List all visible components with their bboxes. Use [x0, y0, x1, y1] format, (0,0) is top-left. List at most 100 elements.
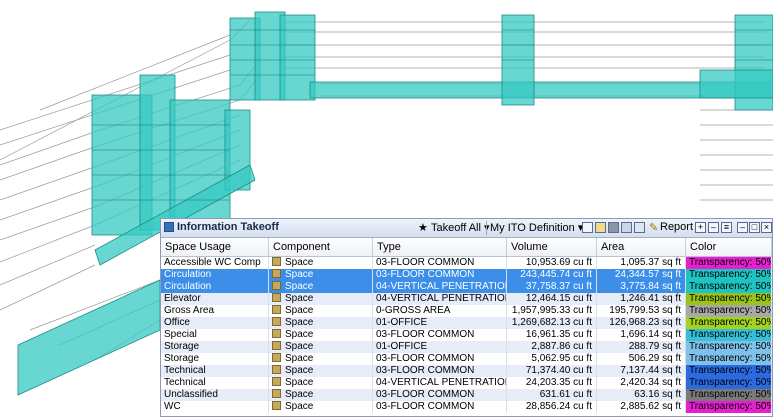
- cell-area: 288.79 sq ft: [597, 341, 686, 353]
- cell-component: Space: [269, 281, 373, 293]
- cell-color: Transparency: 50%: [686, 305, 772, 317]
- cell-type: 03-FLOOR COMMON: [373, 389, 507, 401]
- restore-icon[interactable]: □: [749, 222, 760, 233]
- column-header-area[interactable]: Area: [597, 238, 686, 256]
- cell-volume: 24,203.35 cu ft: [507, 377, 597, 389]
- color-swatch[interactable]: Transparency: 50%: [686, 257, 771, 269]
- color-swatch[interactable]: Transparency: 50%: [686, 389, 771, 401]
- close-icon[interactable]: ×: [761, 222, 772, 233]
- cell-usage: Gross Area: [161, 305, 269, 317]
- table-row[interactable]: Office Space 01-OFFICE 1,269,682.13 cu ft 12…: [161, 317, 772, 329]
- table-icon: [164, 222, 174, 232]
- cell-usage: Unclassified: [161, 389, 269, 401]
- cell-volume: 37,758.37 cu ft: [507, 281, 597, 293]
- cell-usage: Technical: [161, 377, 269, 389]
- table-row[interactable]: Storage Space 01-OFFICE 2,887.86 cu ft 288.7…: [161, 341, 772, 353]
- cell-component: Space: [269, 257, 373, 269]
- column-header-volume[interactable]: Volume: [507, 238, 597, 256]
- space-component-icon: [272, 317, 281, 326]
- copy-icon[interactable]: [621, 222, 632, 233]
- table-row[interactable]: Technical Space 04-VERTICAL PENETRATION 24,…: [161, 377, 772, 389]
- cell-type: 03-FLOOR COMMON: [373, 269, 507, 281]
- color-swatch[interactable]: Transparency: 50%: [686, 269, 771, 281]
- save-icon[interactable]: [608, 222, 619, 233]
- cell-color: Transparency: 50%: [686, 353, 772, 365]
- cell-color: Transparency: 50%: [686, 365, 772, 377]
- cell-color: Transparency: 50%: [686, 269, 772, 281]
- cell-type: 04-VERTICAL PENETRATION: [373, 281, 507, 293]
- table-row[interactable]: Storage Space 03-FLOOR COMMON 5,062.95 cu f…: [161, 353, 772, 365]
- cell-area: 63.16 sq ft: [597, 389, 686, 401]
- information-takeoff-panel: Information Takeoff ★ Takeoff All ▾ My I…: [160, 218, 773, 417]
- cell-usage: Special: [161, 329, 269, 341]
- cell-component: Space: [269, 293, 373, 305]
- open-folder-icon[interactable]: [595, 222, 606, 233]
- cell-type: 0-GROSS AREA: [373, 305, 507, 317]
- list-icon[interactable]: ≡: [721, 222, 732, 233]
- table-row[interactable]: Elevator Space 04-VERTICAL PENETRATION 12,4…: [161, 293, 772, 305]
- cell-component: Space: [269, 353, 373, 365]
- cell-usage: Storage: [161, 341, 269, 353]
- cell-type: 03-FLOOR COMMON: [373, 329, 507, 341]
- table-row[interactable]: Circulation Space 03-FLOOR COMMON 243,445.7…: [161, 269, 772, 281]
- color-swatch[interactable]: Transparency: 50%: [686, 341, 771, 353]
- color-swatch[interactable]: Transparency: 50%: [686, 305, 771, 317]
- cell-area: 506.29 sq ft: [597, 353, 686, 365]
- table-row[interactable]: Technical Space 03-FLOOR COMMON 71,374.40 c…: [161, 365, 772, 377]
- table-row[interactable]: Accessible WC Comp Space 03-FLOOR COMMON 10…: [161, 257, 772, 269]
- table-row[interactable]: Unclassified Space 03-FLOOR COMMON 631.61 c…: [161, 389, 772, 401]
- cell-usage: Circulation: [161, 281, 269, 293]
- cell-component: Space: [269, 305, 373, 317]
- takeoff-all-button[interactable]: Takeoff All ▾: [431, 221, 490, 234]
- cell-usage: Accessible WC Comp: [161, 257, 269, 269]
- add-icon[interactable]: +: [695, 222, 706, 233]
- table-row[interactable]: WC Space 03-FLOOR COMMON 28,856.24 cu ft 2,8…: [161, 401, 772, 413]
- color-swatch[interactable]: Transparency: 50%: [686, 401, 771, 413]
- color-swatch[interactable]: Transparency: 50%: [686, 293, 771, 305]
- cell-color: Transparency: 50%: [686, 317, 772, 329]
- color-swatch[interactable]: Transparency: 50%: [686, 329, 771, 341]
- column-header-type[interactable]: Type: [373, 238, 507, 256]
- cell-component: Space: [269, 365, 373, 377]
- cell-area: 24,344.57 sq ft: [597, 269, 686, 281]
- cell-color: Transparency: 50%: [686, 257, 772, 269]
- cell-color: Transparency: 50%: [686, 293, 772, 305]
- lightbulb-icon: ★: [418, 222, 428, 234]
- cell-area: 2,885.62 sq ft: [597, 401, 686, 413]
- cell-color: Transparency: 50%: [686, 401, 772, 413]
- cell-component: Space: [269, 317, 373, 329]
- remove-icon[interactable]: –: [708, 222, 719, 233]
- new-icon[interactable]: [582, 222, 593, 233]
- table-row[interactable]: Circulation Space 04-VERTICAL PENETRATION 3…: [161, 281, 772, 293]
- column-header-component[interactable]: Component: [269, 238, 373, 256]
- cell-volume: 28,856.24 cu ft: [507, 401, 597, 413]
- color-swatch[interactable]: Transparency: 50%: [686, 281, 771, 293]
- space-component-icon: [272, 281, 281, 290]
- cell-type: 03-FLOOR COMMON: [373, 257, 507, 269]
- space-component-icon: [272, 341, 281, 350]
- report-icon[interactable]: ✎: [649, 221, 658, 234]
- cell-area: 195,799.53 sq ft: [597, 305, 686, 317]
- cell-usage: Circulation: [161, 269, 269, 281]
- cell-component: Space: [269, 377, 373, 389]
- cell-type: 01-OFFICE: [373, 341, 507, 353]
- minimize-icon[interactable]: –: [737, 222, 748, 233]
- color-swatch[interactable]: Transparency: 50%: [686, 377, 771, 389]
- cell-area: 1,696.14 sq ft: [597, 329, 686, 341]
- cell-usage: Office: [161, 317, 269, 329]
- properties-icon[interactable]: [634, 222, 645, 233]
- column-header-color[interactable]: Color: [686, 238, 772, 256]
- color-swatch[interactable]: Transparency: 50%: [686, 353, 771, 365]
- table-row[interactable]: Gross Area Space 0-GROSS AREA 1,957,995.33 …: [161, 305, 772, 317]
- cell-volume: 5,062.95 cu ft: [507, 353, 597, 365]
- space-component-icon: [272, 389, 281, 398]
- color-swatch[interactable]: Transparency: 50%: [686, 317, 771, 329]
- report-button[interactable]: Report: [660, 221, 693, 233]
- ito-definition-dropdown[interactable]: My ITO Definition ▾: [490, 221, 583, 234]
- cell-type: 03-FLOOR COMMON: [373, 353, 507, 365]
- color-swatch[interactable]: Transparency: 50%: [686, 365, 771, 377]
- cell-usage: Elevator: [161, 293, 269, 305]
- table-row[interactable]: Special Space 03-FLOOR COMMON 16,961.35 cu …: [161, 329, 772, 341]
- cell-area: 3,775.84 sq ft: [597, 281, 686, 293]
- column-header-space-usage[interactable]: Space Usage: [161, 238, 269, 256]
